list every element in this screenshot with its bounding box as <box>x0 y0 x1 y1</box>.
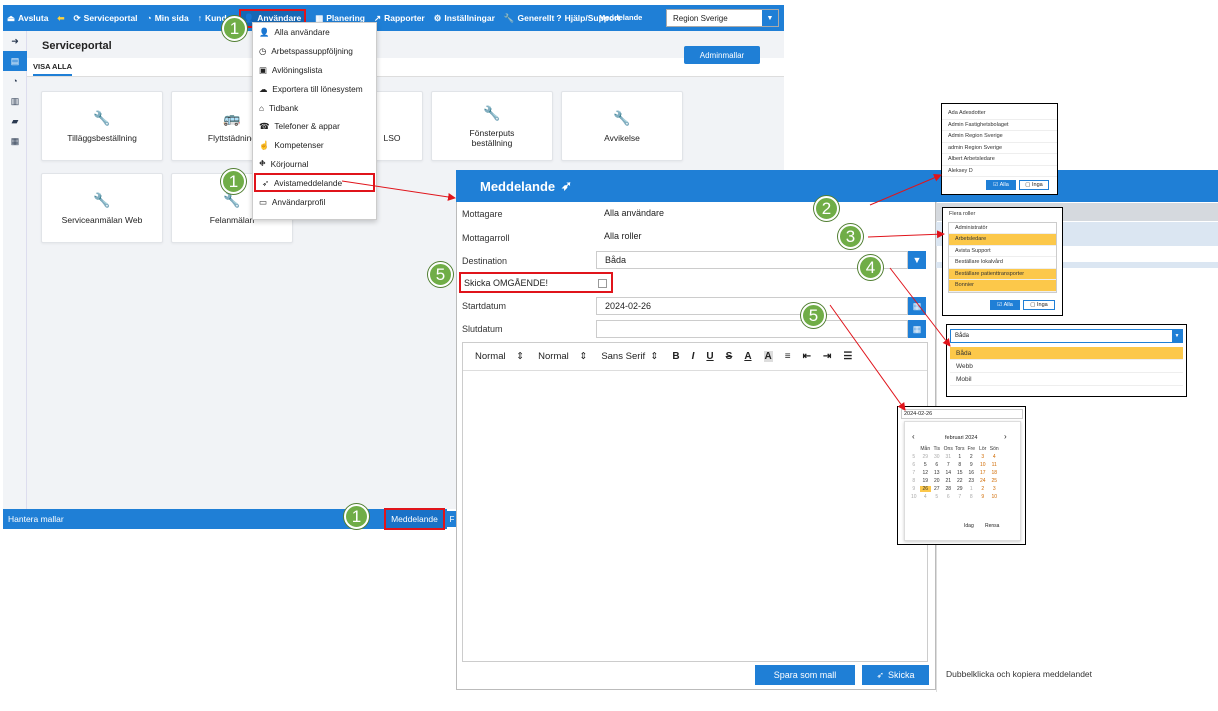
callout-badge: 3 <box>838 224 863 249</box>
callout-badge: 1 <box>221 169 246 194</box>
callout-badge: 1 <box>344 504 369 529</box>
callout-badge: 4 <box>858 255 883 280</box>
callout-badge: 2 <box>814 196 839 221</box>
arrow-line <box>829 304 906 411</box>
callout-badge: 1 <box>222 16 247 41</box>
callout-badge: 5 <box>428 262 453 287</box>
arrow-line <box>341 180 456 201</box>
annotation-arrows <box>341 174 951 411</box>
arrow-line <box>869 174 942 206</box>
arrow-line <box>889 267 951 347</box>
arrow-line <box>867 230 945 239</box>
callout-badge: 5 <box>801 303 826 328</box>
